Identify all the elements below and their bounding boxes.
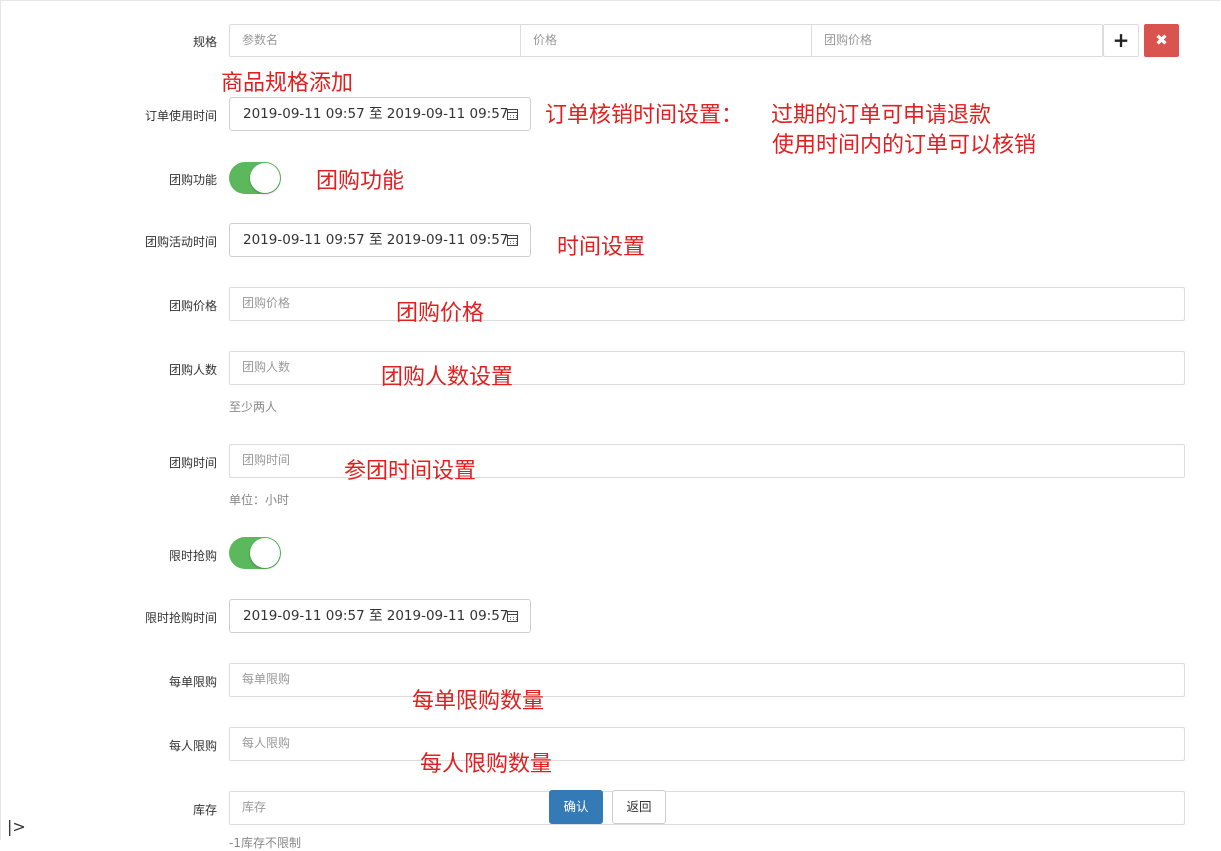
order-use-time-label: 订单使用时间 [144,109,217,123]
annotation-per-person-qty: 每人限购数量 [420,752,553,777]
group-price-input[interactable]: 团购价格 [229,287,1185,321]
toggle-knob [250,163,280,193]
annotation-spec-add: 商品规格添加 [221,71,354,96]
per-order-limit-label: 每单限购 [168,675,217,689]
per-order-limit-input[interactable]: 每单限购 [229,663,1185,697]
per-person-limit-label: 每人限购 [168,739,217,753]
group-buy-label: 团购功能 [168,173,217,187]
annotation-order-note-1: 过期的订单可申请退款 [771,103,992,128]
annotation-group-feature: 团购功能 [316,169,405,194]
stock-label: 库存 [192,803,217,817]
group-time-label: 团购时间 [168,456,217,470]
flash-sale-label: 限时抢购 [168,549,217,563]
flash-sale-time-value: 2019-09-11 09:57 至 2019-09-11 09:57 [243,608,509,624]
group-activity-time-picker[interactable]: 2019-09-11 09:57 至 2019-09-11 09:57 [229,223,531,257]
annotation-join-time: 参团时间设置 [344,459,477,484]
flash-sale-time-picker[interactable]: 2019-09-11 09:57 至 2019-09-11 09:57 [229,599,531,633]
annotation-group-price: 团购价格 [396,301,485,326]
order-use-time-value: 2019-09-11 09:57 至 2019-09-11 09:57 [243,106,509,122]
group-size-help: 至少两人 [229,400,278,414]
price-input[interactable]: 价格 [521,25,812,57]
stock-input[interactable]: 库存 [229,791,1185,825]
calendar-icon [507,611,518,622]
spec-input-group: 参数名 价格 团购价格 [229,24,1103,57]
group-size-input[interactable]: 团购人数 [229,351,1185,385]
per-person-limit-input[interactable]: 每人限购 [229,727,1185,761]
confirm-button[interactable]: 确认 [549,790,603,824]
group-size-label: 团购人数 [168,363,217,377]
calendar-icon [507,109,518,120]
param-name-input[interactable]: 参数名 [230,25,521,57]
annotation-group-size: 团购人数设置 [381,365,514,390]
back-button[interactable]: 返回 [612,790,666,824]
add-spec-button[interactable]: + [1103,24,1139,57]
plus-icon: + [1112,28,1130,52]
order-use-time-picker[interactable]: 2019-09-11 09:57 至 2019-09-11 09:57 [229,97,531,131]
group-price-label: 团购价格 [168,299,217,313]
group-buy-toggle[interactable] [229,162,281,194]
spec-group-price-input[interactable]: 团购价格 [812,25,1102,57]
toggle-knob [250,538,280,568]
spec-label: 规格 [192,35,217,49]
stock-help: -1库存不限制 [229,836,301,850]
flash-sale-time-label: 限时抢购时间 [144,611,217,625]
group-activity-time-label: 团购活动时间 [144,235,217,249]
annotation-time-setting: 时间设置 [557,235,646,260]
group-time-help: 单位：小时 [229,493,290,507]
sidebar-toggle-icon[interactable]: |> [7,817,26,836]
calendar-icon [507,235,518,246]
annotation-per-order-qty: 每单限购数量 [412,689,545,714]
form-panel: 规格 参数名 价格 团购价格 + ✖ 商品规格添加 订单使用时间 2019-09… [0,0,1220,850]
flash-sale-toggle[interactable] [229,537,281,569]
annotation-order-note-2: 使用时间内的订单可以核销 [772,133,1037,158]
remove-spec-button[interactable]: ✖ [1144,24,1179,57]
annotation-order-verify: 订单核销时间设置： [545,103,744,128]
close-icon: ✖ [1155,31,1168,49]
group-activity-time-value: 2019-09-11 09:57 至 2019-09-11 09:57 [243,232,509,248]
